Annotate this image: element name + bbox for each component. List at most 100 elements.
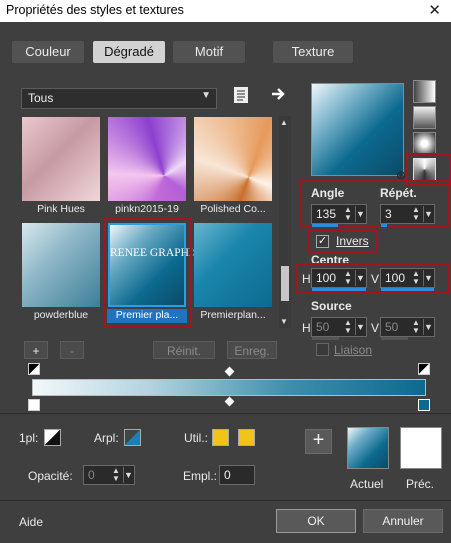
centre-v-input[interactable]: 100 ▲ ▼ ▼ bbox=[380, 268, 435, 291]
library-list-icon[interactable] bbox=[233, 86, 249, 107]
cancel-button[interactable]: Annuler bbox=[363, 509, 443, 533]
source-label: Source bbox=[311, 299, 352, 313]
source-v-input[interactable]: 50 ▲ ▼ ▼ bbox=[380, 317, 435, 340]
footer-divider bbox=[0, 500, 451, 501]
swatch-label: Pink Hues bbox=[37, 203, 85, 215]
repeat-value: 3 bbox=[385, 207, 392, 221]
radial-style-button[interactable] bbox=[413, 132, 436, 155]
swatch-item[interactable]: Pink Hues bbox=[21, 116, 101, 218]
spinner-arrows-icon[interactable]: ▲ ▼ bbox=[411, 206, 421, 222]
swatch-label: pinkn2015-19 bbox=[115, 203, 179, 215]
chevron-down-icon[interactable]: ▼ bbox=[423, 206, 433, 222]
swatch-thumbnail bbox=[108, 117, 186, 201]
location-label: Empl.: bbox=[183, 469, 218, 483]
swatch-item[interactable]: Polished Co... bbox=[193, 116, 273, 218]
current-swatch[interactable] bbox=[347, 427, 389, 469]
opacity-midpoint[interactable] bbox=[224, 366, 235, 377]
save-button[interactable]: Enreg. bbox=[227, 341, 277, 359]
source-h-label: H bbox=[302, 321, 311, 335]
chevron-down-icon[interactable]: ▼ bbox=[355, 206, 365, 222]
swatch-item[interactable]: pinkn2015-19 bbox=[107, 116, 187, 218]
centre-h-slider-bar[interactable] bbox=[312, 288, 366, 291]
add-gradient-button[interactable]: + bbox=[24, 341, 48, 359]
chevron-down-icon[interactable]: ▼ bbox=[355, 270, 365, 286]
swatch-label: Premierplan... bbox=[200, 309, 266, 321]
source-v-slider-bar[interactable] bbox=[381, 337, 408, 340]
centre-h-value: 100 bbox=[316, 271, 337, 285]
repeat-input[interactable]: 3 ▲ ▼ ▼ bbox=[380, 204, 435, 227]
rectangular-style-button[interactable] bbox=[413, 106, 436, 129]
start-opacity-stop[interactable] bbox=[28, 363, 40, 375]
chevron-down-icon[interactable]: ▼ bbox=[123, 467, 133, 483]
ok-button[interactable]: OK bbox=[276, 509, 356, 533]
scrollbar-thumb[interactable] bbox=[281, 266, 289, 301]
invert-label: Invers bbox=[336, 234, 369, 248]
location-input[interactable]: 0 bbox=[219, 465, 255, 485]
tab-couleur[interactable]: Couleur bbox=[12, 41, 84, 63]
util-color-1[interactable] bbox=[212, 429, 229, 446]
chevron-down-icon[interactable]: ▼ bbox=[423, 319, 433, 335]
gradient-editor-bar[interactable] bbox=[32, 379, 426, 396]
start-color-stop[interactable] bbox=[28, 399, 40, 411]
swatch-item[interactable]: Premierplan... bbox=[193, 222, 273, 324]
swatch-label: powderblue bbox=[33, 309, 89, 321]
close-icon[interactable]: ✕ bbox=[428, 1, 441, 19]
angle-slider-bar[interactable] bbox=[312, 224, 338, 227]
invert-checkbox[interactable]: ✓ bbox=[316, 235, 329, 248]
end-opacity-stop[interactable] bbox=[418, 363, 430, 375]
scroll-down-icon[interactable]: ▼ bbox=[280, 317, 288, 326]
swatch-label: Polished Co... bbox=[200, 203, 266, 215]
swatch-thumbnail bbox=[194, 223, 272, 307]
swatch-item[interactable]: powderblue bbox=[21, 222, 101, 324]
angle-input[interactable]: 135 ▲ ▼ ▼ bbox=[311, 204, 367, 227]
centre-h-label: H bbox=[302, 272, 311, 286]
link-label: Liaison bbox=[334, 343, 373, 357]
library-scrollbar[interactable]: ▲ ▼ bbox=[279, 116, 291, 328]
end-color-stop[interactable] bbox=[418, 399, 430, 411]
centre-v-value: 100 bbox=[385, 271, 406, 285]
chevron-down-icon[interactable]: ▼ bbox=[355, 319, 365, 335]
reset-button[interactable]: Réinit. bbox=[153, 341, 215, 359]
scroll-up-icon[interactable]: ▲ bbox=[280, 118, 288, 127]
tab-texture[interactable]: Texture bbox=[273, 41, 353, 63]
opacity-input[interactable]: 0 ▲ ▼ ▼ bbox=[83, 465, 135, 485]
color-midpoint[interactable] bbox=[224, 396, 235, 407]
swatch-thumbnail bbox=[22, 223, 100, 307]
link-checkbox[interactable] bbox=[316, 343, 329, 356]
util-color-2[interactable] bbox=[238, 429, 255, 446]
source-h-input[interactable]: 50 ▲ ▼ ▼ bbox=[311, 317, 367, 340]
util-label: Util.: bbox=[184, 431, 208, 445]
selected-swatch-highlight bbox=[104, 218, 192, 328]
source-v-value: 50 bbox=[385, 320, 399, 334]
window-title: Propriétés des styles et textures bbox=[6, 3, 184, 17]
add-to-swatches-button[interactable]: + bbox=[305, 429, 332, 454]
library-filter-value: Tous bbox=[28, 91, 54, 105]
spinner-arrows-icon[interactable]: ▲ ▼ bbox=[111, 467, 121, 483]
swatch-thumbnail bbox=[22, 117, 100, 201]
angle-value: 135 bbox=[316, 207, 337, 221]
spinner-arrows-icon[interactable]: ▲ ▼ bbox=[343, 270, 353, 286]
spinner-arrows-icon[interactable]: ▲ ▼ bbox=[411, 319, 421, 335]
previous-swatch[interactable] bbox=[400, 427, 442, 469]
library-filter-select[interactable]: Tous ▼ bbox=[21, 88, 217, 109]
tab-degrade[interactable]: Dégradé bbox=[93, 41, 165, 63]
gradient-preview[interactable] bbox=[311, 83, 404, 176]
help-link[interactable]: Aide bbox=[19, 515, 43, 529]
source-v-label: V bbox=[371, 321, 380, 335]
centre-v-slider-bar[interactable] bbox=[381, 288, 434, 291]
arpl-swatch[interactable] bbox=[124, 429, 141, 446]
chevron-down-icon[interactable]: ▼ bbox=[423, 270, 433, 286]
linear-style-button[interactable] bbox=[413, 80, 436, 103]
stop-style-label: 1pl: bbox=[19, 431, 39, 445]
tab-motif[interactable]: Motif bbox=[173, 41, 245, 63]
centre-v-label: V bbox=[371, 272, 380, 286]
arrow-right-icon[interactable] bbox=[270, 86, 286, 105]
source-h-slider-bar[interactable] bbox=[312, 337, 339, 340]
spinner-arrows-icon[interactable]: ▲ ▼ bbox=[411, 270, 421, 286]
spinner-arrows-icon[interactable]: ▲ ▼ bbox=[343, 206, 353, 222]
centre-h-input[interactable]: 100 ▲ ▼ ▼ bbox=[311, 268, 367, 291]
stop-style-swatch[interactable] bbox=[44, 429, 61, 446]
remove-gradient-button[interactable]: - bbox=[60, 341, 84, 359]
spinner-arrows-icon[interactable]: ▲ ▼ bbox=[343, 319, 353, 335]
repeat-slider-bar[interactable] bbox=[381, 224, 387, 227]
